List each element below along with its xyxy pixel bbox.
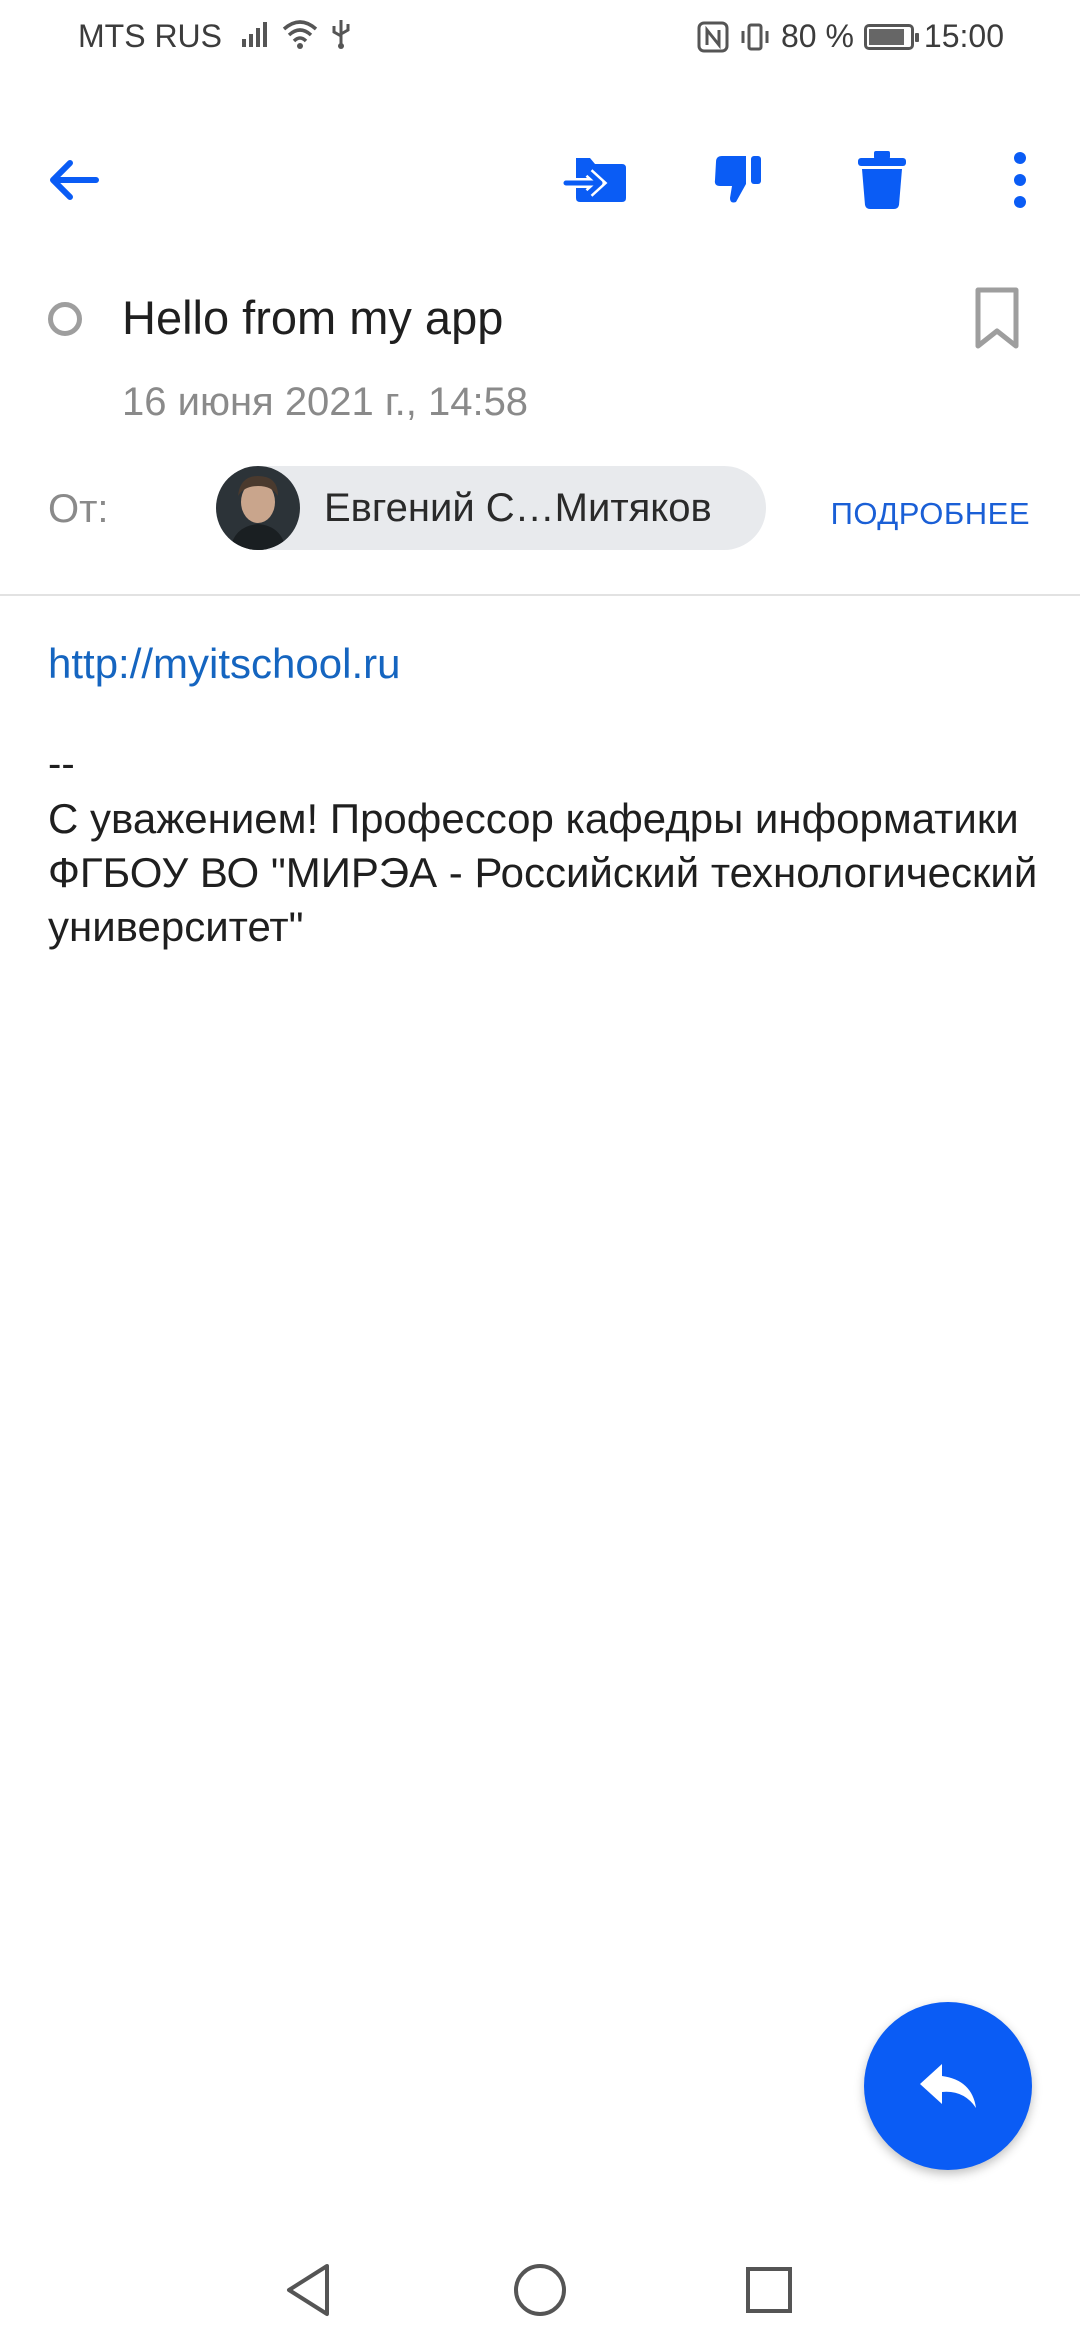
signature-text: С уважением! Профессор кафедры информати…	[48, 795, 1038, 950]
battery-percent: 80 %	[780, 18, 854, 54]
thumbs-down-icon	[714, 156, 761, 203]
signal-icon	[242, 22, 267, 47]
message-subject: Hello from my app	[122, 291, 504, 344]
vibrate-icon	[741, 23, 769, 50]
back-arrow-icon	[50, 160, 99, 200]
status-bar: MTS RUS 80 % 15:00	[0, 0, 1080, 72]
reply-button[interactable]	[864, 2002, 1032, 2170]
unread-toggle[interactable]	[48, 302, 82, 336]
nav-back-button[interactable]	[268, 2250, 348, 2330]
system-nav-bar	[0, 2230, 1080, 2340]
bookmark-icon	[975, 287, 1019, 349]
from-label: От:	[48, 487, 109, 531]
message-date: 16 июня 2021 г., 14:58	[122, 380, 529, 424]
back-triangle-icon	[287, 2264, 329, 2316]
battery-fill	[868, 28, 905, 45]
move-to-folder-icon	[563, 158, 626, 202]
status-right: 80 % 15:00	[697, 18, 1004, 55]
status-left-icons	[240, 18, 352, 50]
move-to-folder-button[interactable]	[545, 130, 645, 230]
more-vert-icon	[1014, 152, 1026, 208]
avatar	[216, 466, 300, 550]
trash-icon	[858, 151, 906, 209]
wifi-icon	[282, 20, 318, 49]
usb-icon	[332, 20, 350, 49]
body-link[interactable]: http://myitschool.ru	[48, 640, 400, 688]
status-time: 15:00	[923, 18, 1004, 54]
details-link[interactable]: ПОДРОБНЕЕ	[831, 496, 1030, 532]
signature-separator: --	[48, 742, 75, 786]
back-button[interactable]	[24, 130, 124, 230]
flag-button[interactable]	[970, 286, 1024, 355]
delete-button[interactable]	[832, 130, 932, 230]
sender-chip[interactable]: Евгений С…Митяков	[216, 466, 766, 550]
carrier-name: MTS RUS	[78, 18, 222, 54]
battery-icon	[863, 23, 919, 50]
nav-recents-button[interactable]	[729, 2250, 809, 2330]
sender-name: Евгений С…Митяков	[324, 486, 712, 530]
reply-icon	[920, 2064, 976, 2108]
message-toolbar	[0, 130, 1080, 230]
header-divider	[0, 594, 1080, 596]
home-circle-icon	[514, 2264, 566, 2316]
spam-button[interactable]	[688, 130, 788, 230]
nfc-icon	[697, 21, 729, 52]
recents-square-icon	[746, 2267, 792, 2313]
more-options-button[interactable]	[970, 130, 1070, 230]
nav-home-button[interactable]	[500, 2250, 580, 2330]
